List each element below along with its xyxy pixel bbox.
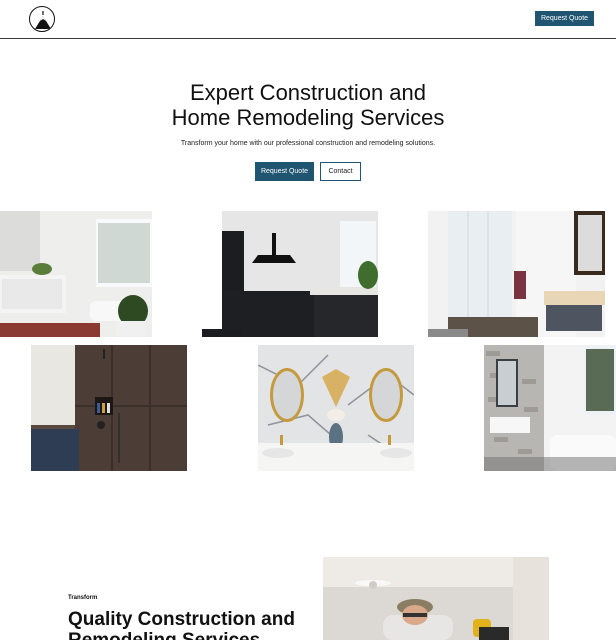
- header-request-quote-button[interactable]: Request Quote: [535, 11, 594, 26]
- hero-request-quote-button[interactable]: Request Quote: [255, 162, 314, 181]
- brick-wall-bathroom-photo: [484, 345, 616, 471]
- mountain-peak-logo-icon[interactable]: [29, 6, 55, 32]
- glass-shower-bathroom-photo: [428, 211, 605, 337]
- section-title: Quality Construction and Remodeling Serv…: [68, 609, 295, 640]
- hero-title: Expert Construction and Home Remodeling …: [0, 80, 616, 130]
- hero-title-line-1: Expert Construction and: [189, 80, 427, 105]
- worker-installing-ceiling-photo: [323, 557, 549, 640]
- dark-tile-shower-photo: [31, 345, 187, 471]
- hero-title-line-2: Home Remodeling Services: [171, 105, 445, 130]
- section-eyebrow: Transform: [68, 595, 98, 601]
- black-kitchen-photo: [202, 211, 378, 337]
- marble-double-vanity-photo: [258, 345, 414, 471]
- hero-contact-button[interactable]: Contact: [320, 162, 361, 181]
- site-header: Request Quote: [0, 0, 616, 39]
- white-bathroom-photo: [0, 211, 152, 337]
- hero-subtitle: Transform your home with our professiona…: [180, 140, 436, 147]
